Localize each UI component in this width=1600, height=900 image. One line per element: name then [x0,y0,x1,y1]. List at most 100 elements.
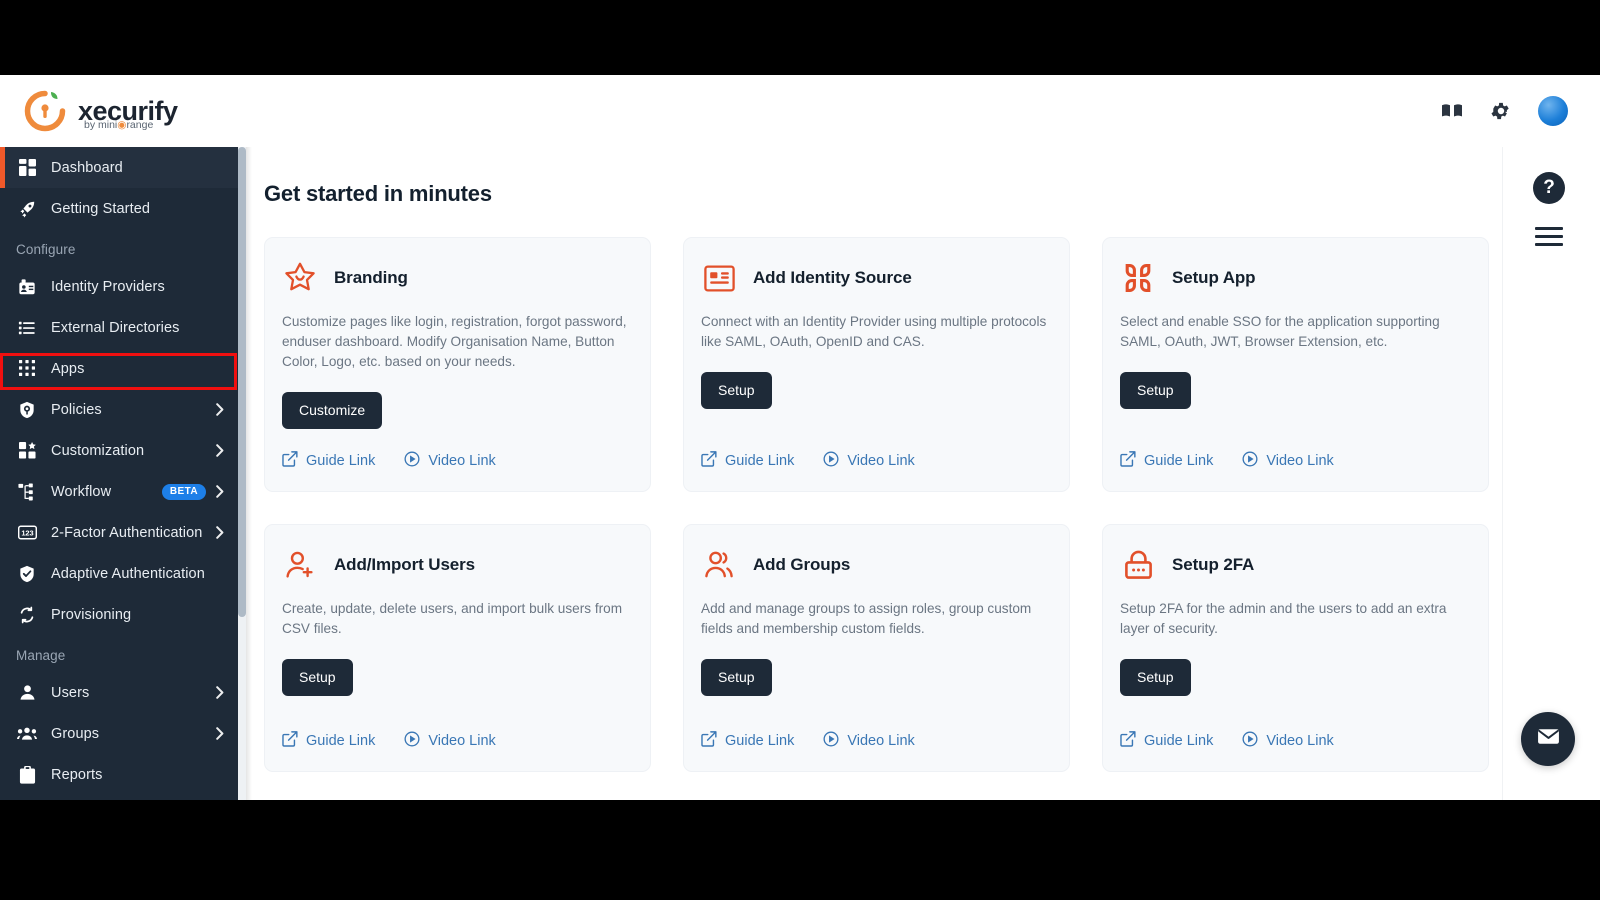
setup-button[interactable]: Setup [282,659,353,696]
card-title: Branding [334,268,408,288]
sidebar-item-getting-started[interactable]: Getting Started [0,188,238,229]
help-button[interactable]: ? [1533,172,1565,204]
sidebar-item-label: Groups [51,726,216,742]
card-title: Add Identity Source [753,268,912,288]
card-links: Guide Link Video Link [1120,731,1470,751]
card-description: Setup 2FA for the admin and the users to… [1120,599,1470,639]
app-viewport: xecurify by mini◉range [0,75,1600,800]
card-links: Guide Link Video Link [701,731,1051,751]
card-header: Setup App [1120,260,1470,296]
sidebar-section-configure: Configure [0,229,238,266]
apps-dots-icon [16,359,38,379]
video-link[interactable]: Video Link [823,451,914,471]
sidebar-item-reports[interactable]: Reports [0,754,238,795]
card-header: Setup 2FA [1120,547,1470,583]
card-description: Customize pages like login, registration… [282,312,632,372]
external-link-icon [1120,731,1136,751]
chevron-right-icon [216,403,224,416]
header-actions [1440,96,1568,126]
setup-button[interactable]: Setup [701,372,772,409]
sidebar-scrollbar[interactable] [238,147,246,800]
gear-icon[interactable] [1490,100,1512,122]
setup-button[interactable]: Setup [701,659,772,696]
guide-link[interactable]: Guide Link [701,451,794,471]
user-icon [16,683,38,703]
page-title: Get started in minutes [264,181,1600,207]
padlock-dots-icon [1120,547,1156,583]
card-title: Setup App [1172,268,1255,288]
card-header: Add Identity Source [701,260,1051,296]
sidebar-item-groups[interactable]: Groups [0,713,238,754]
sidebar-item-external-directories[interactable]: External Directories [0,307,238,348]
card-add-identity-source: Add Identity Source Connect with an Iden… [683,237,1070,492]
main-content: Get started in minutes Branding Customiz… [246,147,1600,800]
guide-link[interactable]: Guide Link [282,731,375,751]
card-header: Add/Import Users [282,547,632,583]
card-setup-app: Setup App Select and enable SSO for the … [1102,237,1489,492]
guide-link[interactable]: Guide Link [1120,451,1213,471]
card-links: Guide Link Video Link [282,731,632,751]
card-description: Connect with an Identity Provider using … [701,312,1051,352]
contact-mail-button[interactable] [1521,712,1575,766]
dashboard-grid-icon [16,158,38,178]
setup-button[interactable]: Setup [1120,372,1191,409]
play-circle-icon [404,731,420,751]
sidebar-item-apps[interactable]: Apps [0,348,238,389]
sidebar-item-label: Workflow [51,484,162,500]
card-description: Select and enable SSO for the applicatio… [1120,312,1470,352]
play-circle-icon [823,451,839,471]
play-circle-icon [404,451,420,471]
customize-button[interactable]: Customize [282,392,382,429]
guide-link-label: Guide Link [306,453,375,469]
rocket-icon [16,199,38,219]
hamburger-menu-icon[interactable] [1535,227,1563,251]
external-link-icon [282,731,298,751]
sidebar-item-adaptive-authentication[interactable]: Adaptive Authentication [0,553,238,594]
guide-link[interactable]: Guide Link [282,451,375,471]
users-group-icon [16,724,38,744]
sidebar-item-2-factor-authentication[interactable]: 123 2-Factor Authentication [0,512,238,553]
guide-link[interactable]: Guide Link [1120,731,1213,751]
play-circle-icon [1242,451,1258,471]
brand-by-text: by mini [84,119,117,131]
external-link-icon [1120,451,1136,471]
card-header: Add Groups [701,547,1051,583]
guide-link-label: Guide Link [725,733,794,749]
sidebar-item-identity-providers[interactable]: Identity Providers [0,266,238,307]
four-petals-icon [1120,260,1156,296]
sidebar-item-label: Users [51,685,216,701]
sidebar-item-provisioning[interactable]: Provisioning [0,594,238,635]
card-add-import-users: Add/Import Users Create, update, delete … [264,524,651,772]
video-link[interactable]: Video Link [404,451,495,471]
setup-button[interactable]: Setup [1120,659,1191,696]
sidebar-item-label: Customization [51,443,216,459]
envelope-icon [1536,724,1561,754]
hamburger-line [1535,227,1563,230]
sidebar-item-users[interactable]: Users [0,672,238,713]
sidebar-item-policies[interactable]: Policies [0,389,238,430]
video-link[interactable]: Video Link [823,731,914,751]
book-icon[interactable] [1440,99,1464,123]
video-link-label: Video Link [428,453,495,469]
sidebar-scrollbar-thumb[interactable] [238,147,246,617]
video-link[interactable]: Video Link [1242,451,1333,471]
hamburger-line [1535,243,1563,246]
guide-link-label: Guide Link [1144,733,1213,749]
shield-check-icon [16,564,38,584]
video-link[interactable]: Video Link [1242,731,1333,751]
xecurify-lock-logo [22,88,68,134]
card-title: Add Groups [753,555,850,575]
sidebar-item-label: Provisioning [51,607,224,623]
sidebar-section-manage: Manage [0,635,238,672]
beta-badge: BETA [162,484,206,500]
sync-arrows-icon [16,605,38,625]
avatar[interactable] [1538,96,1568,126]
chevron-right-icon [216,485,224,498]
video-link[interactable]: Video Link [404,731,495,751]
sidebar-item-workflow[interactable]: Workflow BETA [0,471,238,512]
sidebar-item-customization[interactable]: Customization [0,430,238,471]
chevron-right-icon [216,526,224,539]
sidebar-item-dashboard[interactable]: Dashboard [0,147,238,188]
top-header-bar: xecurify by mini◉range [0,75,1600,147]
guide-link[interactable]: Guide Link [701,731,794,751]
